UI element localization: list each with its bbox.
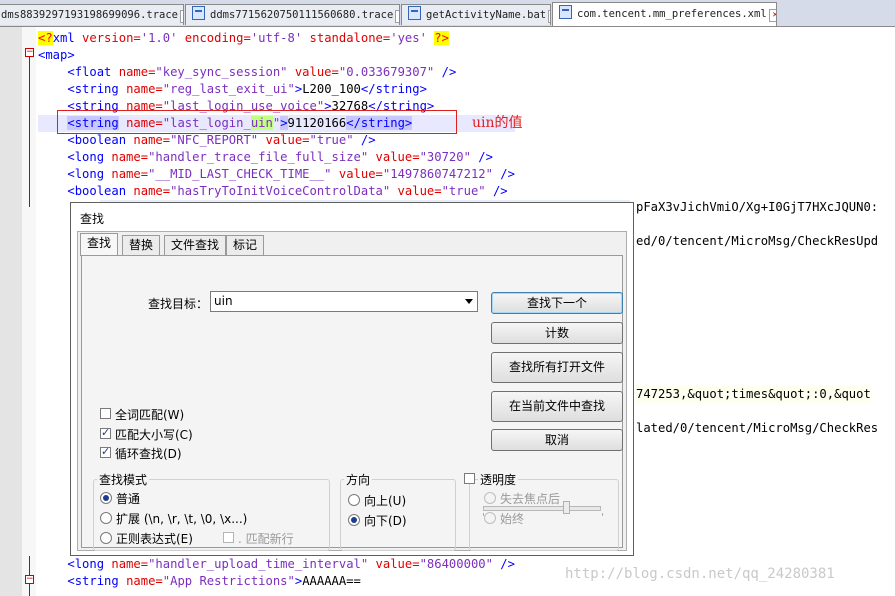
code-line: <long name="handler_trace_file_full_size… bbox=[67, 150, 493, 164]
file-icon bbox=[192, 6, 205, 20]
mode-normal-label: 普通 bbox=[116, 492, 141, 506]
fold-toggle-icon[interactable]: − bbox=[25, 575, 34, 584]
file-icon bbox=[408, 6, 421, 20]
dot-matches-newline-label: . 匹配新行 bbox=[238, 532, 294, 546]
direction-down-label: 向下(D) bbox=[364, 514, 407, 528]
annotation-label: uin的值 bbox=[472, 115, 523, 131]
mode-extended-label: 扩展 (\n, \r, \t, \0, \x...) bbox=[116, 512, 248, 526]
tab-trace-2[interactable]: ddms7715620750111560680.trace✕ bbox=[185, 4, 400, 25]
tab-bat[interactable]: getActivityName.bat✕ bbox=[401, 4, 551, 25]
mode-extended-radio[interactable] bbox=[100, 512, 112, 524]
code-fragment: ed/0/tencent/MicroMsg/CheckResUpd bbox=[636, 234, 879, 248]
transparency-on-lose-focus-label: 失去焦点后 bbox=[500, 492, 561, 506]
find-all-open-files-button[interactable]: 查找所有打开文件 bbox=[491, 352, 623, 383]
tab-find-in-files[interactable]: 文件查找 bbox=[164, 235, 227, 255]
transparency-title: 透明度 bbox=[478, 471, 519, 488]
tab-preferences-xml[interactable]: com.tencent.mm_preferences.xml✕ bbox=[552, 2, 777, 26]
code-line: <float name="key_sync_session" value="0.… bbox=[67, 65, 457, 79]
search-mode-title: 查找模式 bbox=[97, 471, 150, 488]
cancel-button[interactable]: 取消 bbox=[491, 429, 623, 451]
code-line: <string name="reg_last_exit_ui">L200_100… bbox=[67, 82, 427, 96]
find-target-value: uin bbox=[214, 294, 233, 308]
tab-bar: dms8839297193198699096.trace✕ ddms771562… bbox=[0, 0, 895, 27]
mode-regex-radio[interactable] bbox=[100, 532, 112, 544]
find-next-button[interactable]: 查找下一个 bbox=[491, 292, 623, 314]
code-line: <long name="__MID_LAST_CHECK_TIME__" val… bbox=[67, 167, 515, 181]
wrap-around-checkbox[interactable] bbox=[100, 445, 111, 458]
code-line: <?xml version='1.0' encoding='utf-8' sta… bbox=[38, 31, 449, 45]
close-icon[interactable]: ✕ bbox=[395, 10, 399, 23]
direction-down-radio[interactable] bbox=[348, 514, 360, 526]
count-button[interactable]: 计数 bbox=[491, 322, 623, 344]
find-target-label: 查找目标： bbox=[148, 297, 209, 311]
tab-label: dms8839297193198699096.trace bbox=[1, 9, 179, 21]
direction-up-radio[interactable] bbox=[348, 494, 360, 506]
dialog-body: 查找 替换 文件查找 标记 查找目标： uin 查找下一个 计数 查找所有打开文… bbox=[77, 231, 627, 551]
code-fragment: pFaX3vJichVmiO/Xg+I0GjT7HXcJQUN0: bbox=[636, 200, 879, 214]
fold-toggle-icon[interactable]: − bbox=[25, 48, 34, 57]
code-line: <long name="handler_upload_time_interval… bbox=[67, 557, 515, 571]
close-icon[interactable]: ✕ bbox=[768, 9, 776, 22]
tab-trace-1[interactable]: dms8839297193198699096.trace✕ bbox=[0, 4, 184, 25]
code-fragment: lated/0/tencent/MicroMsg/CheckRes bbox=[636, 421, 879, 435]
find-target-input[interactable]: uin bbox=[210, 291, 478, 312]
find-in-current-file-button[interactable]: 在当前文件中查找 bbox=[491, 391, 623, 422]
watermark: http://blog.csdn.net/qq_24280381 bbox=[565, 566, 835, 582]
tab-find[interactable]: 查找 bbox=[80, 233, 119, 256]
direction-up-label: 向上(U) bbox=[364, 494, 407, 508]
line-number-margin bbox=[0, 27, 23, 596]
tab-replace[interactable]: 替换 bbox=[122, 235, 161, 255]
code-line: <string name="App Restrictions">AAAAAA== bbox=[67, 574, 361, 588]
mode-normal-radio[interactable] bbox=[100, 492, 112, 504]
tab-label: ddms7715620750111560680.trace bbox=[210, 9, 394, 21]
find-tab-pane: 查找目标： uin 查找下一个 计数 查找所有打开文件 在当前文件中查找 取消 … bbox=[81, 255, 623, 551]
file-icon bbox=[559, 5, 572, 19]
dot-matches-newline-checkbox[interactable] bbox=[223, 532, 234, 543]
code-line: <boolean name="NFC_REPORT" value="true" … bbox=[67, 133, 376, 147]
close-icon[interactable]: ✕ bbox=[548, 10, 550, 23]
direction-title: 方向 bbox=[344, 471, 373, 488]
whole-word-checkbox[interactable] bbox=[100, 408, 111, 419]
transparency-on-lose-focus-radio[interactable] bbox=[484, 492, 496, 504]
wrap-around-label: 循环查找(D) bbox=[115, 447, 182, 461]
close-icon[interactable]: ✕ bbox=[180, 10, 183, 23]
annotation-box bbox=[57, 110, 457, 134]
tab-mark[interactable]: 标记 bbox=[226, 235, 265, 255]
match-case-label: 匹配大小写(C) bbox=[115, 428, 193, 442]
editor-content-bottom[interactable]: <long name="handler_upload_time_interval… bbox=[38, 556, 515, 590]
find-dialog: 查找 查找 替换 文件查找 标记 查找目标： uin 查找下一个 计数 查找所有… bbox=[70, 202, 634, 556]
code-fragment: 747253,&quot;times&quot;:0,&quot bbox=[636, 386, 871, 403]
chevron-down-icon[interactable] bbox=[465, 299, 473, 304]
tab-label: com.tencent.mm_preferences.xml bbox=[577, 8, 767, 20]
code-line: <boolean name="hasTryToInitVoiceControlD… bbox=[67, 184, 508, 198]
dialog-title: 查找 bbox=[80, 212, 105, 226]
code-line: <map> bbox=[38, 48, 75, 62]
mode-regex-label: 正则表达式(E) bbox=[116, 532, 193, 546]
transparency-slider-track[interactable] bbox=[483, 506, 601, 511]
transparency-checkbox[interactable] bbox=[464, 473, 475, 484]
tab-label: getActivityName.bat bbox=[426, 9, 547, 21]
whole-word-label: 全词匹配(W) bbox=[115, 408, 185, 422]
transparency-slider-ticks bbox=[483, 513, 603, 516]
match-case-checkbox[interactable] bbox=[100, 426, 111, 439]
fold-line bbox=[29, 57, 30, 207]
